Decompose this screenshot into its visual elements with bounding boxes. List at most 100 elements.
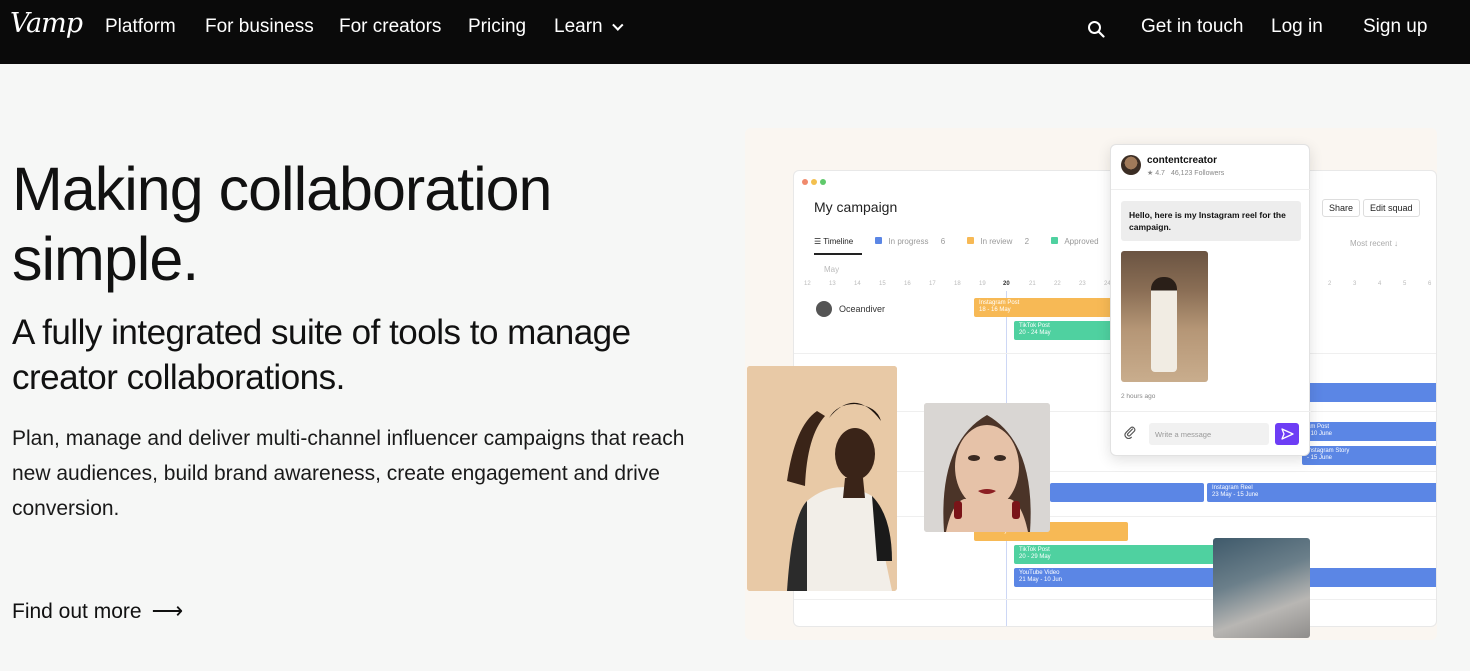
chat-meta: ★ 4.7 46,123 Followers	[1147, 169, 1224, 177]
bar-date: - 15 June	[1307, 455, 1333, 461]
approved-swatch	[1051, 237, 1059, 244]
chat-username: contentcreator	[1147, 155, 1218, 166]
message-timestamp: 2 hours ago	[1121, 393, 1156, 400]
day-label: 14	[854, 281, 861, 287]
bar-date: 23 May - 15 June	[1212, 492, 1259, 498]
avatar	[816, 301, 832, 317]
timeline-bar-blue-long[interactable]	[1050, 483, 1204, 502]
bar-date: - 10 June	[1307, 431, 1333, 437]
followers-count: 46,123 Followers	[1170, 170, 1225, 177]
window-dot-green	[820, 179, 826, 185]
timeline-bar-tiktok-post-2[interactable]: TikTok Post 20 - 29 May	[1014, 545, 1224, 564]
window-dot-red	[802, 179, 808, 185]
month-label: May	[824, 265, 840, 274]
nav-for-business[interactable]: For business	[205, 16, 314, 38]
bar-date: 20 - 29 May	[1019, 554, 1051, 560]
send-icon	[1281, 428, 1294, 440]
divider	[1111, 189, 1311, 190]
creator-photo-woman	[924, 403, 1050, 532]
day-label: 12	[804, 281, 811, 287]
nav-log-in[interactable]: Log in	[1271, 16, 1323, 38]
day-label: 6	[1428, 281, 1432, 287]
message-bubble: Hello, here is my Instagram reel for the…	[1121, 201, 1301, 241]
vamp-logo[interactable]: Vamp	[10, 8, 83, 39]
hero-title: Making collaboration simple.	[12, 155, 552, 293]
in-review-count: 2	[1024, 237, 1030, 246]
tab-timeline[interactable]: ☰ Timeline	[814, 237, 863, 246]
timeline-tab-underline	[814, 253, 862, 255]
nav-pricing[interactable]: Pricing	[468, 16, 526, 38]
paperclip-icon[interactable]	[1123, 425, 1137, 439]
creator-photo-man	[747, 366, 897, 591]
share-button[interactable]: Share	[1322, 199, 1361, 217]
in-progress-count: 6	[940, 237, 946, 246]
creator-photo-woman-illustration	[924, 403, 1050, 532]
bar-label: Instagram Story	[1307, 448, 1350, 454]
timeline-bar-instagram-post-right[interactable]: am Post - 10 June	[1302, 422, 1436, 441]
day-label: 23	[1079, 281, 1086, 287]
sort-label: Most recent	[1350, 239, 1392, 248]
day-label: 3	[1353, 281, 1357, 287]
creator-chat-panel: contentcreator ★ 4.7 46,123 Followers Hel…	[1110, 144, 1311, 456]
window-dot-yellow	[811, 179, 817, 185]
filter-in-review[interactable]: In review 2	[967, 237, 1039, 246]
day-label: 2	[1328, 281, 1332, 287]
hero-subtitle: A fully integrated suite of tools to man…	[12, 313, 631, 397]
in-review-label: In review	[980, 237, 1013, 246]
timeline-label: Timeline	[823, 237, 854, 246]
find-out-more-link[interactable]: Find out more ⟶	[12, 598, 183, 624]
timeline-bar-instagram-post[interactable]: Instagram Post 18 - 16 May	[974, 298, 1114, 317]
in-progress-swatch	[875, 237, 883, 244]
edit-squad-button[interactable]: Edit squad	[1363, 199, 1420, 217]
reel-figure	[1151, 277, 1177, 372]
timeline-bar-instagram-reel[interactable]: Instagram Reel 23 May - 15 June	[1207, 483, 1436, 502]
bar-label: Instagram Post	[979, 300, 1020, 306]
day-label: 13	[829, 281, 836, 287]
search-icon[interactable]	[1087, 20, 1105, 38]
bar-label: TikTok Post	[1019, 323, 1050, 329]
nav-platform[interactable]: Platform	[105, 16, 176, 38]
day-label: 5	[1403, 281, 1407, 287]
day-label: 18	[954, 281, 961, 287]
top-nav: Vamp Platform For business For creators …	[0, 0, 1470, 64]
day-label: 21	[1029, 281, 1036, 287]
creator-photo-tattoo	[1213, 538, 1310, 638]
divider	[1111, 411, 1311, 412]
timeline-bar-instagram-story[interactable]: Instagram Story - 15 June	[1302, 446, 1436, 465]
day-label-today: 20	[1003, 281, 1010, 287]
nav-sign-up[interactable]: Sign up	[1363, 16, 1427, 38]
nav-for-creators[interactable]: For creators	[339, 16, 441, 38]
bar-label: am Post	[1307, 424, 1330, 430]
creator-photo-man-illustration	[747, 366, 897, 591]
attached-reel-image[interactable]	[1121, 251, 1208, 382]
approved-label: Approved	[1064, 237, 1099, 246]
day-label: 22	[1054, 281, 1061, 287]
nav-learn[interactable]: Learn	[554, 16, 624, 38]
bar-date: 20 - 24 May	[1019, 330, 1051, 336]
day-label: 16	[904, 281, 911, 287]
filter-in-progress[interactable]: In progress 6	[875, 237, 955, 246]
nav-learn-label: Learn	[554, 16, 603, 37]
day-label: 4	[1378, 281, 1382, 287]
send-button[interactable]	[1275, 423, 1299, 445]
row-divider	[794, 599, 1436, 600]
day-label: 15	[879, 281, 886, 287]
day-label: 19	[979, 281, 986, 287]
hero-description: Plan, manage and deliver multi-channel i…	[12, 427, 685, 520]
nav-get-in-touch[interactable]: Get in touch	[1141, 16, 1243, 38]
rating: ★ 4.7	[1147, 170, 1165, 177]
message-input[interactable]	[1149, 423, 1269, 445]
avatar	[1121, 155, 1141, 175]
bar-date: 18 - 16 May	[979, 307, 1011, 313]
bar-label: TikTok Post	[1019, 547, 1050, 553]
chevron-down-icon	[611, 19, 624, 31]
find-out-more-label: Find out more	[12, 600, 142, 623]
in-review-swatch	[967, 237, 975, 244]
timeline-bar-blue[interactable]	[1308, 383, 1436, 402]
timeline-bar-tiktok-post[interactable]: TikTok Post 20 - 24 May	[1014, 321, 1114, 340]
sort-dropdown[interactable]: Most recent ↓	[1350, 239, 1398, 248]
creator-name: Oceandiver	[839, 304, 886, 314]
day-label: 17	[929, 281, 936, 287]
bar-label: Instagram Reel	[1212, 485, 1253, 491]
campaign-title: My campaign	[814, 199, 898, 215]
